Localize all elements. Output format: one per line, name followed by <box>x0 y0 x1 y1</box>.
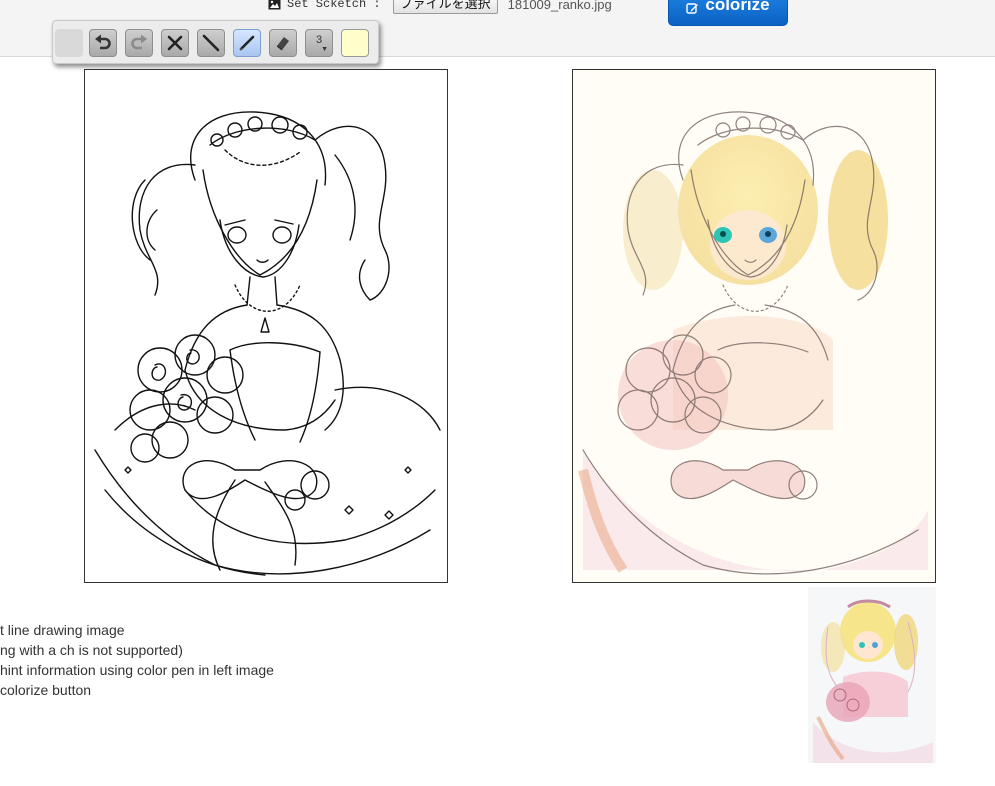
sketch-canvas[interactable] <box>84 69 448 583</box>
instruction-step-1: t line drawing image <box>0 622 125 638</box>
sketch-label: Set Scketch : <box>287 0 381 11</box>
file-name: 181009_ranko.jpg <box>507 0 612 12</box>
pen-size-select[interactable]: 3 ▼ <box>305 29 333 57</box>
line-icon <box>202 34 220 52</box>
colorized-result-canvas <box>572 69 936 583</box>
eraser-tool-button[interactable] <box>269 29 297 57</box>
thumbnail-illustration <box>813 599 933 763</box>
edit-icon <box>686 3 699 14</box>
redo-button[interactable] <box>125 29 153 57</box>
undo-icon <box>95 34 111 50</box>
colorize-button[interactable]: colorize <box>668 0 788 26</box>
pen-icon <box>239 35 255 51</box>
pen-tool-button[interactable] <box>233 29 261 57</box>
line-tool-button[interactable] <box>197 29 225 57</box>
colorize-label: colorize <box>705 0 770 14</box>
instruction-step-3: hint information using color pen in left… <box>0 662 274 678</box>
chevron-down-icon: ▼ <box>321 46 328 53</box>
close-icon <box>167 35 183 51</box>
choose-file-button[interactable]: ファイルを選択 <box>392 0 498 14</box>
toolbar-grip-handle[interactable] <box>55 29 83 57</box>
instruction-step-4: colorize button <box>0 682 92 698</box>
sketch-upload-row: Set Scketch : ファイルを選択 181009_ranko.jpg <box>268 0 612 14</box>
eraser-icon <box>276 37 289 51</box>
clear-button[interactable] <box>161 29 189 57</box>
color-swatch-button[interactable] <box>341 29 369 57</box>
image-icon <box>268 0 281 9</box>
undo-button[interactable] <box>89 29 117 57</box>
result-thumbnail[interactable] <box>808 587 936 763</box>
line-drawing-illustration <box>94 111 441 576</box>
colorized-illustration <box>578 111 928 575</box>
page: Set Scketch : ファイルを選択 181009_ranko.jpg c… <box>0 0 995 786</box>
instructions-list: t line drawing image ng with a ch is not… <box>0 620 320 700</box>
drawing-toolbar: 3 ▼ <box>52 20 379 64</box>
instruction-step-2: ng with a ch is not supported) <box>0 642 183 658</box>
redo-icon <box>131 34 147 50</box>
